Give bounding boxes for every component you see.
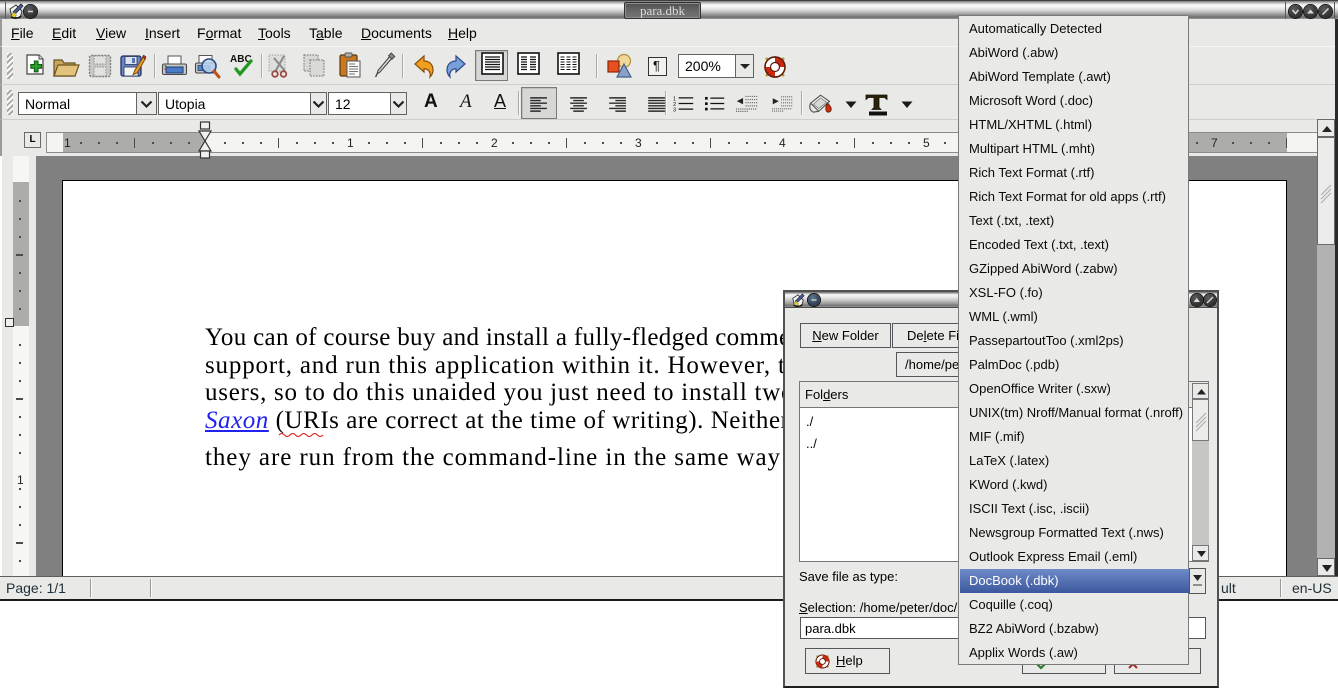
svg-text:3: 3 (673, 108, 676, 114)
